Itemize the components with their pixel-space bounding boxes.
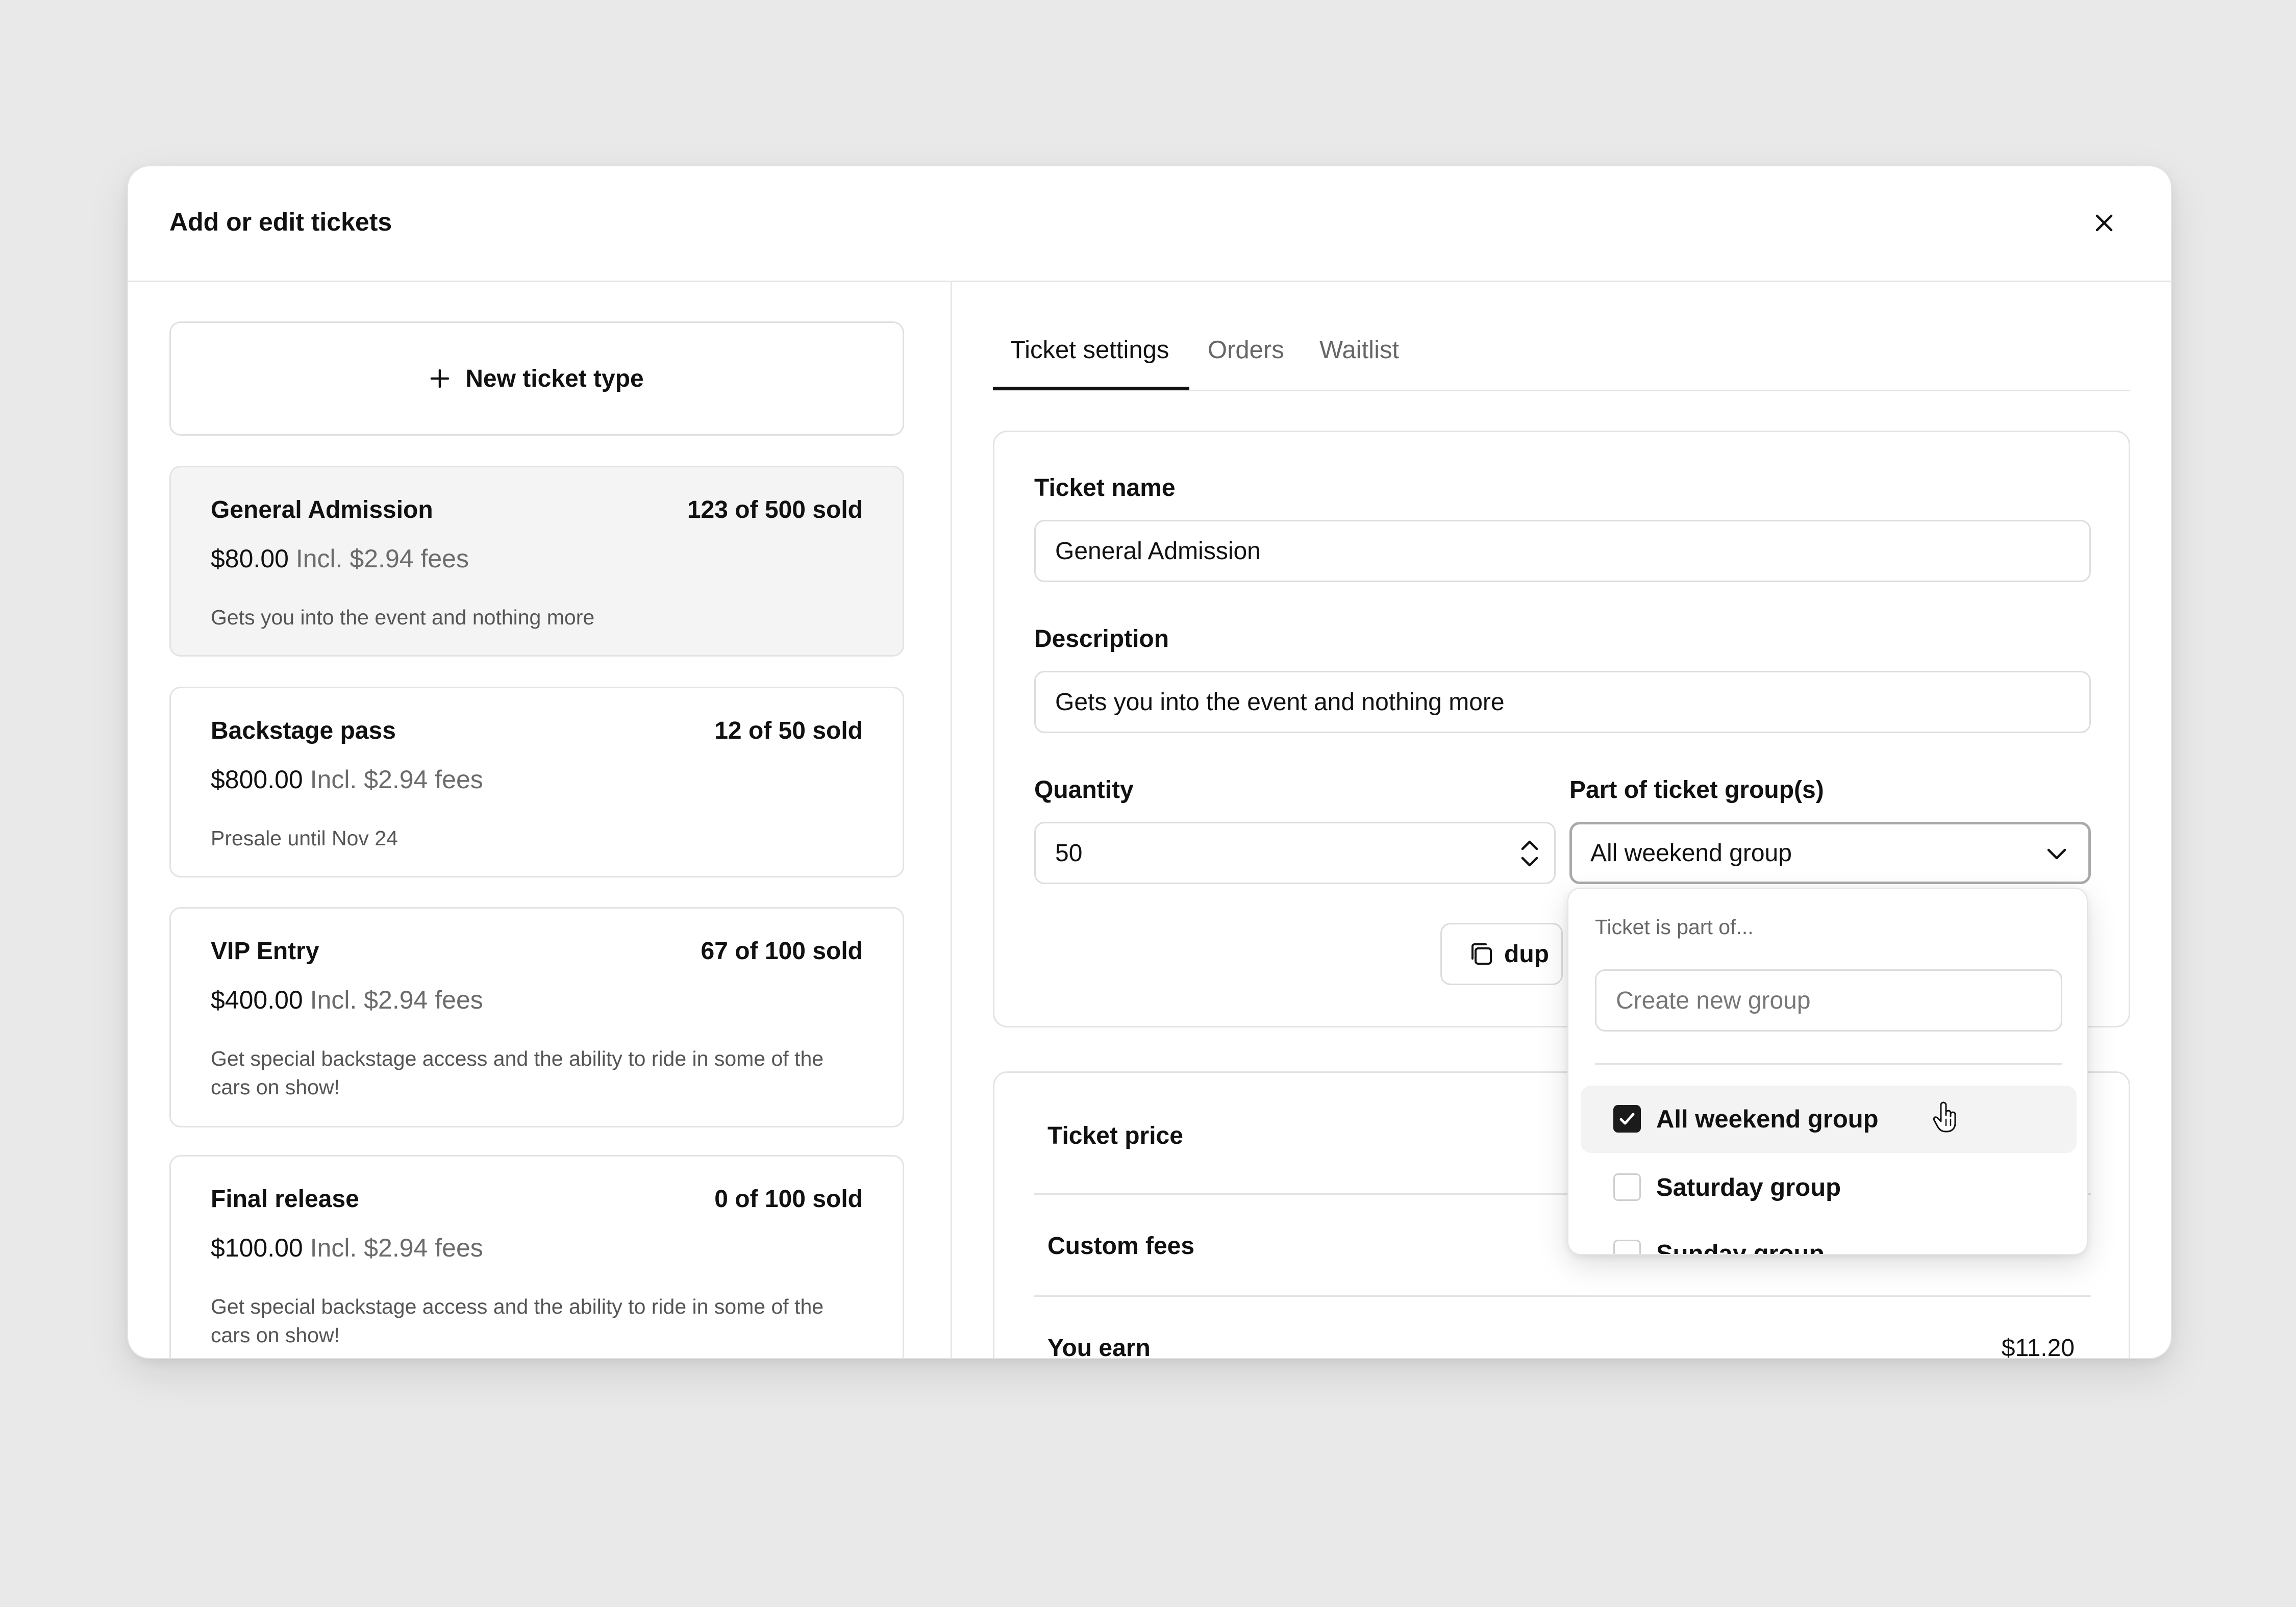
group-option-label: Sunday group — [1656, 1240, 1825, 1255]
check-icon — [1619, 1113, 1635, 1125]
ticket-list-pane: New ticket type General Admission 123 of… — [128, 281, 952, 1358]
quantity-stepper[interactable]: 50 — [1034, 822, 1556, 884]
close-button[interactable] — [2086, 205, 2122, 241]
tab-orders[interactable]: Orders — [1208, 336, 1284, 364]
ticket-price: $80.00 Incl. $2.94 fees — [211, 544, 469, 573]
stepper-arrows-icon[interactable] — [1519, 836, 1540, 871]
checkbox-unchecked[interactable] — [1613, 1240, 1641, 1254]
description-label: Description — [1034, 625, 1169, 652]
ticket-name-label: Ticket name — [1034, 474, 1176, 501]
description-input[interactable]: Gets you into the event and nothing more — [1034, 671, 2091, 733]
group-option-saturday[interactable]: Saturday group — [1581, 1154, 2077, 1221]
ticket-description: Gets you into the event and nothing more — [211, 606, 595, 629]
ticket-price-value: $100.00 — [211, 1234, 303, 1262]
plus-icon — [431, 369, 450, 388]
ticket-name: Backstage pass — [211, 717, 396, 744]
tab-ticket-settings[interactable]: Ticket settings — [1010, 336, 1169, 364]
group-option-all-weekend[interactable]: All weekend group — [1581, 1086, 2077, 1153]
ticket-name: General Admission — [211, 496, 433, 523]
ticket-group-dropdown: Ticket is part of... Create new group Al… — [1567, 888, 2088, 1255]
ticket-sold-count: 0 of 100 sold — [714, 1186, 863, 1213]
close-icon — [2095, 214, 2113, 232]
ticket-group-label: Part of ticket group(s) — [1569, 776, 1824, 804]
new-ticket-type-label: New ticket type — [465, 365, 644, 392]
modal-header: Add or edit tickets — [128, 166, 2171, 282]
ticket-card-general-admission[interactable]: General Admission 123 of 500 sold $80.00… — [169, 466, 904, 657]
group-option-label: Saturday group — [1656, 1174, 1841, 1201]
chevron-down-icon — [2047, 848, 2066, 860]
dropdown-divider — [1595, 1063, 2062, 1065]
ticket-group-select[interactable]: All weekend group — [1569, 822, 2091, 884]
ticket-price-value: $400.00 — [211, 986, 303, 1014]
ticket-price-value: $800.00 — [211, 765, 303, 794]
ticket-name: Final release — [211, 1186, 359, 1213]
ticket-description: Get special backstage access and the abi… — [211, 1047, 824, 1099]
ticket-price: $800.00 Incl. $2.94 fees — [211, 765, 483, 794]
ticket-sold-count: 67 of 100 sold — [701, 938, 863, 965]
ticket-fees: Incl. $2.94 fees — [310, 986, 483, 1014]
you-earn-label: You earn — [1047, 1335, 1151, 1358]
dropdown-caption: Ticket is part of... — [1595, 915, 1754, 939]
ticket-name: VIP Entry — [211, 938, 319, 965]
group-option-sunday[interactable]: Sunday group — [1581, 1220, 2077, 1255]
ticket-sold-count: 12 of 50 sold — [714, 717, 863, 744]
checkbox-unchecked[interactable] — [1613, 1173, 1641, 1201]
active-tab-indicator — [993, 387, 1189, 390]
duplicate-label: dup — [1504, 940, 1549, 968]
ticket-card-final-release[interactable]: Final release 0 of 100 sold $100.00 Incl… — [169, 1155, 904, 1358]
ticket-price: $100.00 Incl. $2.94 fees — [211, 1233, 483, 1263]
duplicate-button[interactable]: dup — [1440, 923, 1563, 985]
ticket-description: Presale until Nov 24 — [211, 826, 398, 850]
ticket-price: $400.00 Incl. $2.94 fees — [211, 985, 483, 1015]
ticket-price-label: Ticket price — [1047, 1122, 1183, 1149]
tab-waitlist[interactable]: Waitlist — [1319, 336, 1399, 364]
ticket-fees: Incl. $2.94 fees — [295, 544, 469, 573]
ticket-description: Get special backstage access and the abi… — [211, 1295, 824, 1347]
ticket-price-value: $80.00 — [211, 544, 289, 573]
hand-pointer-cursor-icon — [1933, 1101, 1956, 1133]
ticket-name-input[interactable]: General Admission — [1034, 520, 2091, 582]
you-earn-value: $11.20 — [2001, 1335, 2075, 1358]
quantity-label: Quantity — [1034, 776, 1134, 804]
ticket-sold-count: 123 of 500 sold — [687, 496, 863, 523]
checkbox-checked[interactable] — [1613, 1105, 1641, 1133]
tab-bar: Ticket settings Orders Waitlist — [993, 281, 2130, 391]
quantity-value: 50 — [1055, 839, 1083, 867]
ticket-fees: Incl. $2.94 fees — [310, 1234, 483, 1262]
modal-title: Add or edit tickets — [169, 208, 392, 236]
new-ticket-type-button[interactable]: New ticket type — [169, 321, 904, 436]
copy-icon — [1471, 943, 1492, 965]
ticket-card-backstage-pass[interactable]: Backstage pass 12 of 50 sold $800.00 Inc… — [169, 687, 904, 877]
ticket-fees: Incl. $2.94 fees — [310, 765, 483, 794]
pricing-divider — [1034, 1295, 2091, 1297]
custom-fees-label: Custom fees — [1047, 1233, 1195, 1260]
create-group-input[interactable]: Create new group — [1595, 969, 2062, 1032]
ticket-card-vip-entry[interactable]: VIP Entry 67 of 100 sold $400.00 Incl. $… — [169, 907, 904, 1127]
group-option-label: All weekend group — [1656, 1106, 1879, 1133]
ticket-group-value: All weekend group — [1590, 839, 1792, 867]
